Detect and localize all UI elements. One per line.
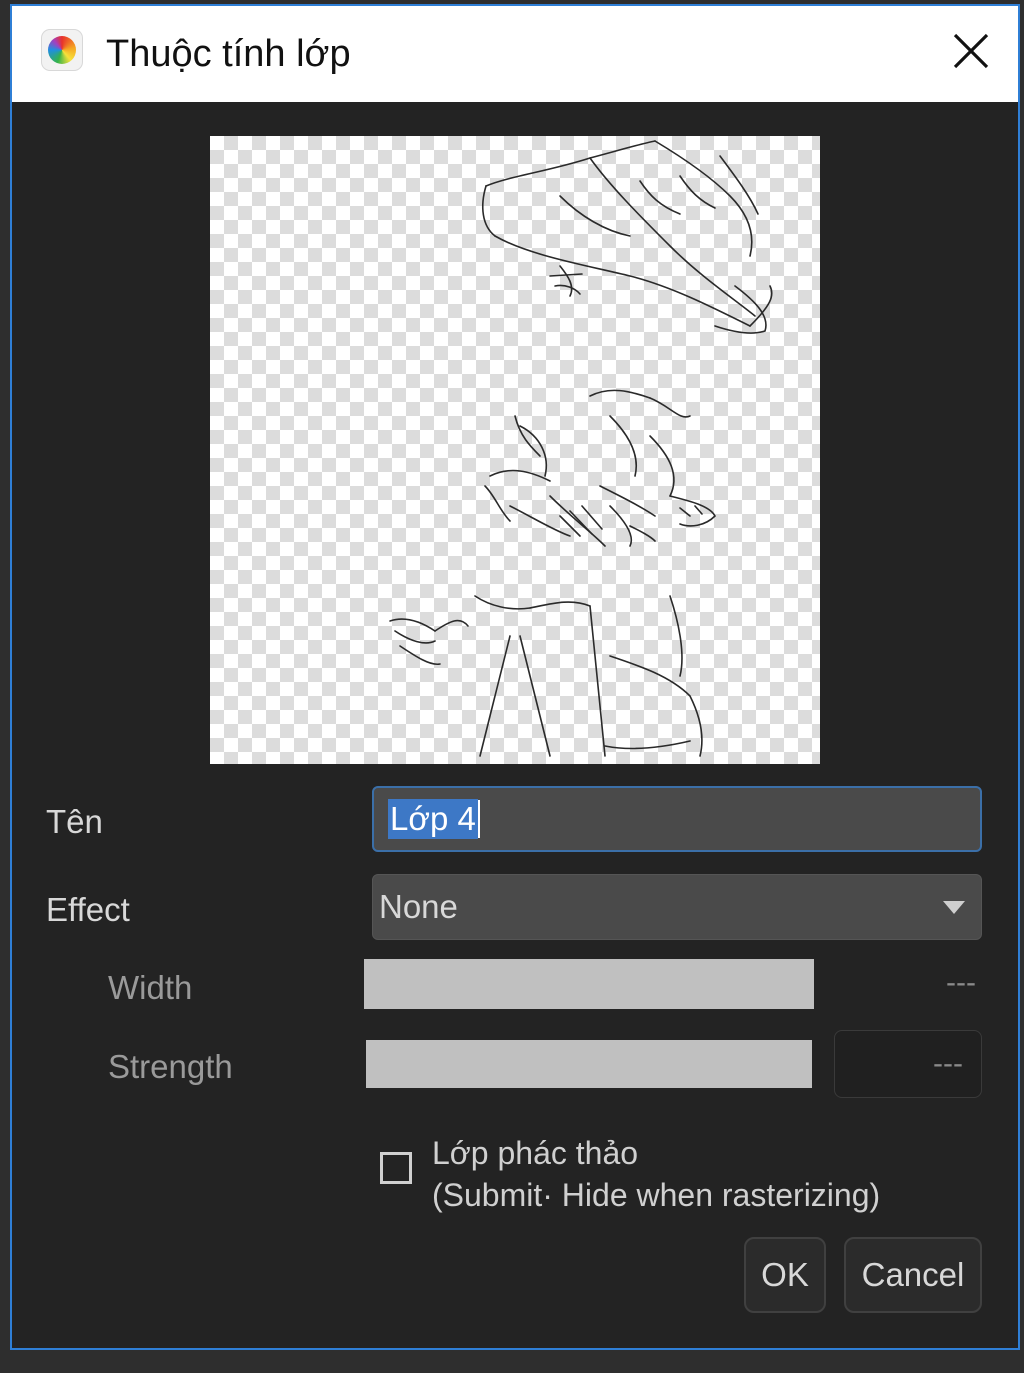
ok-button[interactable]: OK (744, 1237, 826, 1313)
cancel-button[interactable]: Cancel (844, 1237, 982, 1313)
chevron-down-icon (943, 901, 965, 914)
strength-value: --- (933, 1047, 963, 1080)
effect-dropdown[interactable]: None (372, 874, 982, 940)
close-button[interactable] (946, 26, 996, 76)
strength-label: Strength (108, 1048, 233, 1085)
name-label: Tên (46, 803, 103, 840)
layer-properties-dialog: Thuộc tính lớp Tên Lớp 4 Effect None Wid… (10, 4, 1020, 1350)
sketch-preview-image (389, 140, 773, 757)
layer-name-field[interactable]: Lớp 4 (372, 786, 982, 852)
draft-layer-label-line1: Lớp phác thảo (432, 1135, 639, 1171)
layer-name-selected-text: Lớp 4 (388, 799, 478, 839)
width-value: --- (946, 966, 976, 999)
close-icon (953, 33, 989, 69)
dialog-title: Thuộc tính lớp (106, 33, 351, 75)
width-slider[interactable] (364, 959, 814, 1009)
effect-label: Effect (46, 891, 130, 928)
strength-slider[interactable] (366, 1040, 812, 1088)
app-logo-icon (48, 36, 76, 64)
effect-selected-value: None (379, 888, 458, 925)
draft-layer-label-line2: (Submit· Hide when rasterizing) (432, 1177, 881, 1213)
title-bar: Thuộc tính lớp (12, 6, 1018, 102)
text-caret (477, 800, 480, 838)
width-label: Width (108, 969, 193, 1006)
app-icon (42, 30, 82, 70)
layer-preview-thumbnail (210, 136, 820, 764)
draft-layer-label: Lớp phác thảo (Submit· Hide when rasteri… (432, 1132, 880, 1216)
draft-layer-checkbox[interactable] (380, 1152, 412, 1184)
strength-spinbox[interactable]: --- (834, 1030, 982, 1098)
